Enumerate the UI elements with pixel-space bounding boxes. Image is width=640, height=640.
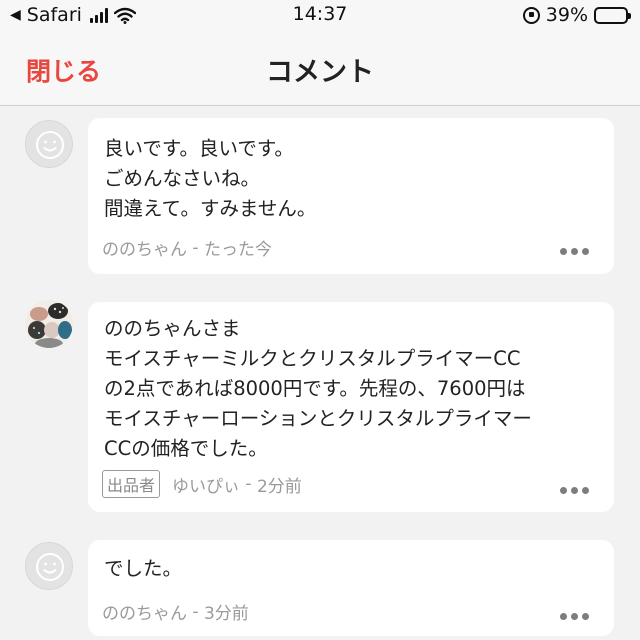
meta-separator: - [187, 601, 204, 622]
comment-line: モイスチャーローションとクリスタルプライマー [104, 407, 532, 430]
comment-author[interactable]: ゆいぴぃ [172, 472, 240, 497]
battery-percent: 39% [545, 4, 588, 26]
user-photo-icon [25, 300, 73, 348]
more-options-icon[interactable] [560, 613, 590, 621]
comment-text: 良いです。良いです。 ごめんなさいね。 間違えて。すみません。 [104, 134, 316, 224]
comment-meta: 出品者 ゆいぴぃ - 2分前 [102, 470, 302, 498]
comment-item: 良いです。良いです。 ごめんなさいね。 間違えて。すみません。 ののちゃん - … [0, 118, 640, 278]
comment-bubble: ののちゃんさま モイスチャーミルクとクリスタルプライマーCC の2点であれば80… [88, 302, 614, 512]
seller-badge: 出品者 [102, 470, 161, 498]
avatar[interactable] [25, 300, 73, 348]
status-right: 39% [522, 4, 631, 26]
nav-bar: 閉じる コメント [0, 30, 640, 106]
comment-bubble: 良いです。良いです。 ごめんなさいね。 間違えて。すみません。 ののちゃん - … [88, 118, 614, 274]
comment-time: 2分前 [256, 476, 302, 497]
comment-meta: ののちゃん - 3分前 [102, 599, 249, 625]
comment-author[interactable]: ののちゃん [102, 235, 187, 260]
comment-meta: ののちゃん - たった今 [102, 235, 272, 261]
comment-bubble: でした。 ののちゃん - 3分前 [88, 540, 614, 636]
rotation-lock-icon [522, 6, 540, 24]
comment-line: 良いです。良いです。 [104, 137, 294, 160]
comment-line: モイスチャーミルクとクリスタルプライマーCC [104, 347, 521, 370]
comment-author[interactable]: ののちゃん [102, 599, 187, 624]
battery-icon [594, 6, 631, 24]
more-options-icon[interactable] [560, 487, 590, 495]
comment-time: 3分前 [203, 604, 249, 624]
default-face-icon [36, 553, 64, 581]
default-face-icon [36, 131, 64, 159]
comment-text: でした。 [104, 554, 182, 584]
status-bar: ◀ Safari 14:37 39% [0, 0, 640, 30]
comment-item: でした。 ののちゃん - 3分前 [0, 540, 640, 640]
comment-line: 間違えて。すみません。 [104, 197, 317, 220]
avatar[interactable] [25, 542, 73, 590]
page-title: コメント [266, 57, 374, 88]
avatar[interactable] [25, 120, 73, 168]
comment-line: CCの価格でした。 [104, 437, 268, 460]
comment-time: たった今 [203, 240, 272, 260]
comment-line: ごめんなさいね。 [104, 167, 261, 190]
more-options-icon[interactable] [560, 248, 590, 256]
meta-separator: - [187, 237, 204, 258]
comment-line: ののちゃんさま [104, 317, 241, 340]
comment-line: の2点であれば8000円です。先程の、7600円は [104, 377, 526, 400]
comment-line: でした。 [104, 557, 183, 580]
comment-text: ののちゃんさま モイスチャーミルクとクリスタルプライマーCC の2点であれば80… [104, 314, 532, 464]
comment-item: ののちゃんさま モイスチャーミルクとクリスタルプライマーCC の2点であれば80… [0, 298, 640, 518]
meta-separator: - [240, 474, 257, 494]
